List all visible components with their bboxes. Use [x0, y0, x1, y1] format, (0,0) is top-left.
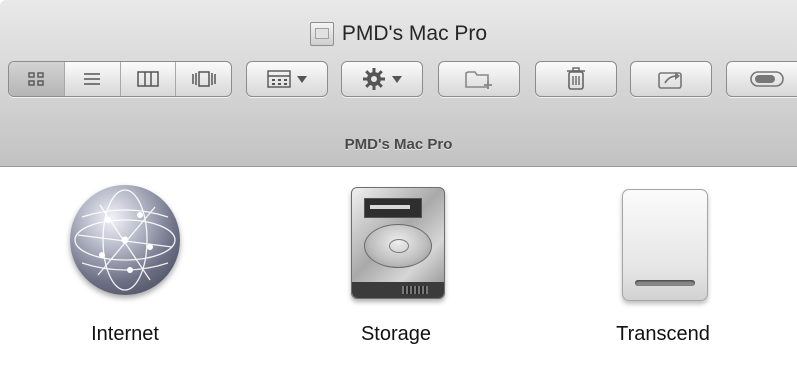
item-internet[interactable]: Internet	[35, 183, 215, 346]
item-label: Storage	[360, 323, 432, 345]
share-button[interactable]	[630, 61, 712, 97]
share-icon	[658, 72, 682, 89]
chevron-down-icon	[297, 75, 307, 83]
toggle-pill-icon	[750, 71, 784, 87]
window-title-bar: PMD's Mac Pro	[0, 20, 797, 48]
hard-drive-icon	[331, 183, 461, 307]
action-button[interactable]	[341, 61, 423, 97]
grid-icon	[28, 72, 45, 86]
toggle-button[interactable]	[726, 61, 797, 97]
list-view-button[interactable]	[63, 62, 120, 96]
path-bar: PMD's Mac Pro	[0, 131, 797, 157]
window-title: PMD's Mac Pro	[341, 22, 488, 45]
network-globe-icon	[60, 183, 190, 307]
item-storage[interactable]: Storage	[306, 183, 486, 346]
chevron-down-icon	[392, 75, 402, 83]
external-drive-icon	[598, 183, 728, 307]
delete-button[interactable]	[535, 61, 617, 97]
trash-icon	[567, 67, 585, 90]
view-mode-segmented-control	[8, 61, 232, 97]
finder-window: PMD's Mac Pro PMD's Mac Pro Internet Sto…	[0, 0, 797, 390]
window-toolbar-area: PMD's Mac Pro PMD's Mac Pro	[0, 0, 797, 167]
new-folder-button[interactable]	[438, 61, 520, 97]
gear-icon	[363, 68, 385, 90]
coverflow-icon	[191, 71, 216, 87]
column-view-button[interactable]	[119, 62, 176, 96]
proxy-icon[interactable]	[309, 22, 334, 46]
arrange-button[interactable]	[246, 61, 328, 97]
list-icon	[84, 73, 101, 85]
item-label: Transcend	[616, 323, 710, 345]
item-label: Internet	[91, 323, 159, 345]
icon-view-button[interactable]	[9, 62, 64, 96]
columns-icon	[137, 71, 159, 87]
path-bar-label: PMD's Mac Pro	[344, 135, 453, 153]
item-transcend[interactable]: Transcend	[573, 183, 753, 346]
cover-flow-view-button[interactable]	[175, 62, 231, 96]
arrange-grid-icon	[267, 70, 291, 88]
new-folder-icon	[465, 71, 492, 89]
content-area: Internet Storage Transcend	[0, 167, 797, 390]
toolbar	[8, 59, 797, 99]
